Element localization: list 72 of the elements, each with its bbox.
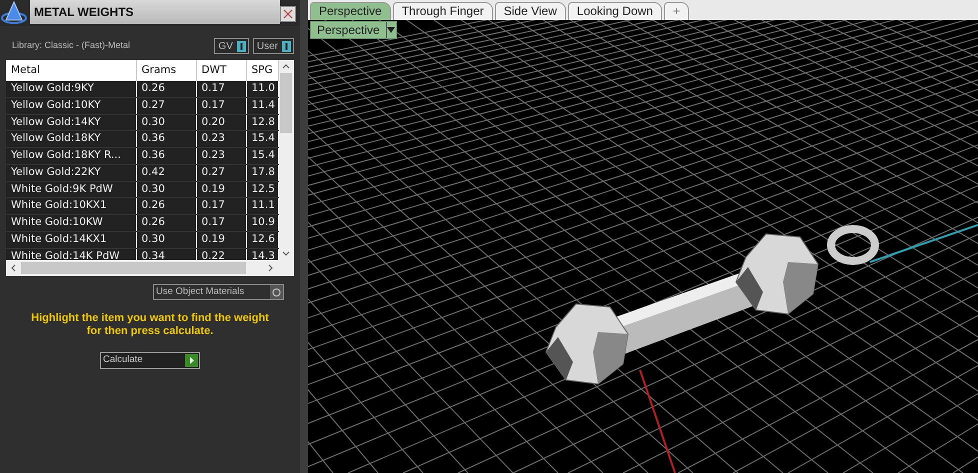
table-cell: 0.27 [136,97,196,114]
table-cell: 0.26 [136,81,196,98]
instruction-text: Highlight the item you want to find the weight for then press calculate. [30,312,270,338]
table-cell: 0.19 [196,231,246,248]
close-icon [283,9,293,19]
horizontal-scrollbar[interactable] [6,260,294,276]
table-cell: 0.36 [136,130,196,148]
table-cell: 15.4 [246,148,278,164]
table-cell: 0.42 [136,164,196,181]
table-cell: White Gold:9K PdW [6,181,136,198]
table-cell: 12.8 [246,114,278,131]
scroll-right-icon[interactable] [268,264,273,272]
table-cell: 11.0 [246,81,278,98]
table-cell: 12.5 [246,181,278,198]
table-cell: 0.36 [136,148,196,164]
toggle-switch[interactable]: GV [214,38,249,54]
scrollbar-thumb[interactable] [280,73,292,133]
table-cell: White Gold:10KW [6,214,136,232]
table-cell: 0.20 [196,114,246,131]
table-cell: 11.1 [246,198,278,214]
calculate-button[interactable]: Calculate [100,352,200,369]
radio-icon[interactable] [272,288,281,296]
table-cell: Yellow Gold:18KY R... [6,148,136,164]
table-cell: 0.23 [196,148,246,164]
add-tab-button[interactable]: + [664,2,689,20]
caret-icon [387,27,396,33]
scrollbar-thumb[interactable] [21,262,246,274]
table-cell: 12.6 [246,231,278,248]
column-header[interactable]: Metal [6,60,136,81]
view-tab[interactable]: Looking Down [568,2,662,20]
toggle-switch[interactable]: User [252,38,294,54]
view-tab[interactable]: Through Finger [392,2,493,20]
table-cell: Yellow Gold:18KY [6,130,136,148]
scroll-left-icon[interactable] [11,264,16,272]
table-cell: 0.27 [196,164,246,181]
vertical-scrollbar[interactable] [278,60,294,260]
view-tab[interactable]: Side View [494,2,566,20]
table-cell: 10.9 [246,214,278,232]
view-tab[interactable]: Perspective [310,2,391,20]
table-cell: Yellow Gold:9KY [6,81,136,98]
table-cell: 0.17 [196,198,246,214]
table-cell: 17.8 [246,164,278,181]
table-cell: White Gold:14KX1 [6,231,136,248]
table-cell: 0.19 [196,181,246,198]
scroll-down-icon[interactable] [282,251,290,256]
switch-indicator-icon[interactable] [236,40,246,52]
table-cell: 0.17 [196,81,246,98]
table-cell: 0.17 [196,97,246,114]
table-cell: 11.4 [246,97,278,114]
table-cell: 0.30 [136,231,196,248]
column-header[interactable]: Grams [136,60,196,81]
pyramid-logo-icon [0,0,30,26]
table-cell: 15.4 [246,130,278,148]
close-button[interactable] [280,6,296,22]
table-cell: Yellow Gold:22KY [6,164,136,181]
view-dropdown[interactable]: Perspective [310,21,397,39]
table-cell: 0.30 [136,114,196,131]
table-cell: White Gold:10KX1 [6,198,136,214]
column-header[interactable]: SPG [246,60,278,81]
panel-title: METAL WEIGHTS [30,0,280,24]
table-cell: 0.30 [136,181,196,198]
table-cell: Yellow Gold:10KY [6,97,136,114]
column-header[interactable]: DWT [196,60,246,81]
table-cell: 0.17 [196,214,246,232]
table-cell: 0.26 [136,214,196,232]
table-cell: 0.26 [136,198,196,214]
table-cell: Yellow Gold:14KY [6,114,136,131]
use-object-materials-toggle[interactable]: Use Object Materials [153,284,284,300]
table-cell: 0.23 [196,130,246,148]
scroll-up-icon[interactable] [282,64,290,69]
library-label: Library: Classic - (Fast)-Metal [12,39,132,52]
switch-indicator-icon[interactable] [282,40,291,52]
